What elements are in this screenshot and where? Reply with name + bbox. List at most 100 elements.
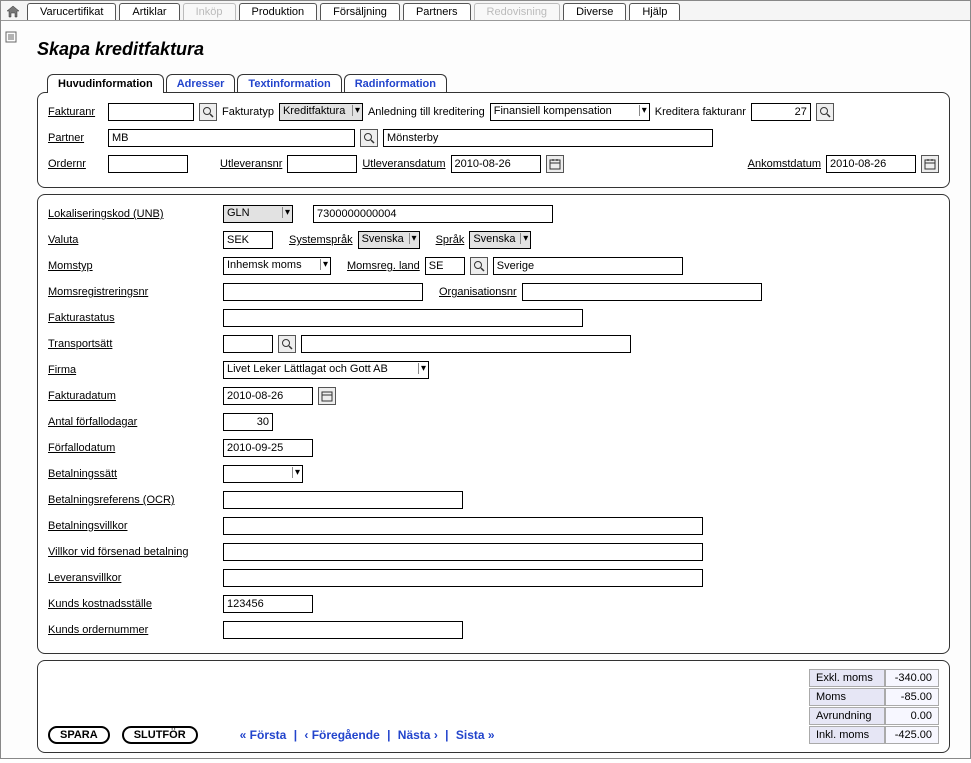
input-kreditera[interactable] xyxy=(751,103,811,121)
tab-textinformation[interactable]: Textinformation xyxy=(237,74,341,93)
select-lokaliseringskod-type: GLN xyxy=(223,205,293,223)
label-partner: Partner xyxy=(48,132,103,144)
panel-body: Lokaliseringskod (UNB) GLN Valuta System… xyxy=(37,194,950,654)
totals-table: Exkl. moms -340.00 Moms -85.00 Avrundnin… xyxy=(809,669,939,744)
calendar-icon[interactable] xyxy=(546,155,564,173)
input-ankomstdatum[interactable] xyxy=(826,155,916,173)
input-kostnadsstalle[interactable] xyxy=(223,595,313,613)
select-anledning[interactable]: Finansiell kompensation xyxy=(490,103,650,121)
input-betalningsvillkor[interactable] xyxy=(223,517,703,535)
input-partner-code[interactable] xyxy=(108,129,355,147)
label-fakturanr: Fakturanr xyxy=(48,106,103,118)
total-moms-label: Moms xyxy=(809,688,885,706)
select-fakturatyp: Kreditfaktura xyxy=(279,103,363,121)
complete-button[interactable]: SLUTFÖR xyxy=(122,726,198,744)
top-menubar: Varucertifikat Artiklar Inköp Produktion… xyxy=(1,1,970,21)
pagination: « Första | ‹ Föregående | Nästa › | Sist… xyxy=(240,728,495,742)
select-momstyp[interactable]: Inhemsk moms xyxy=(223,257,331,275)
total-avrundning-label: Avrundning xyxy=(809,707,885,725)
save-button[interactable]: SPARA xyxy=(48,726,110,744)
label-villkor-forsenad: Villkor vid försenad betalning xyxy=(48,546,218,558)
input-leveransvillkor[interactable] xyxy=(223,569,703,587)
display-partner-name xyxy=(383,129,713,147)
tabs: Huvudinformation Adresser Textinformatio… xyxy=(37,74,950,93)
label-betalningsreferens: Betalningsreferens (OCR) xyxy=(48,494,218,506)
menu-varucertifikat[interactable]: Varucertifikat xyxy=(27,3,116,20)
label-leveransvillkor: Leveransvillkor xyxy=(48,572,218,584)
side-icon-1[interactable] xyxy=(5,31,19,45)
input-ordernr xyxy=(108,155,188,173)
label-firma: Firma xyxy=(48,364,218,376)
menu-diverse[interactable]: Diverse xyxy=(563,3,626,20)
search-icon[interactable] xyxy=(816,103,834,121)
input-orgnr xyxy=(522,283,762,301)
label-forfallodatum: Förfallodatum xyxy=(48,442,218,454)
main-menu: Varucertifikat Artiklar Inköp Produktion… xyxy=(27,3,680,20)
input-fakturastatus xyxy=(223,309,583,327)
input-forfallodagar[interactable] xyxy=(223,413,273,431)
input-transportsatt-code[interactable] xyxy=(223,335,273,353)
input-fakturadatum[interactable] xyxy=(223,387,313,405)
label-orgnr: Organisationsnr xyxy=(439,286,517,298)
select-betalningssatt[interactable] xyxy=(223,465,303,483)
input-utleveransdatum[interactable] xyxy=(451,155,541,173)
menu-produktion[interactable]: Produktion xyxy=(239,3,318,20)
nav-prev[interactable]: ‹ Föregående xyxy=(304,728,379,742)
label-kostnadsstalle: Kunds kostnadsställe xyxy=(48,598,218,610)
label-momsregnr: Momsregistreringsnr xyxy=(48,286,218,298)
menu-forsaljning[interactable]: Försäljning xyxy=(320,3,400,20)
total-moms-value: -85.00 xyxy=(885,688,939,706)
search-icon[interactable] xyxy=(199,103,217,121)
input-valuta xyxy=(223,231,273,249)
calendar-icon[interactable] xyxy=(318,387,336,405)
label-betalningssatt: Betalningssätt xyxy=(48,468,218,480)
label-lokaliseringskod: Lokaliseringskod (UNB) xyxy=(48,208,218,220)
label-ordernr: Ordernr xyxy=(48,158,103,170)
nav-first[interactable]: « Första xyxy=(240,728,287,742)
label-utleveransnr: Utleveransnr xyxy=(220,158,282,170)
label-valuta: Valuta xyxy=(48,234,218,246)
display-transportsatt-name xyxy=(301,335,631,353)
total-exkl-label: Exkl. moms xyxy=(809,669,885,687)
label-ankomstdatum: Ankomstdatum xyxy=(748,158,821,170)
input-momsregnr[interactable] xyxy=(223,283,423,301)
tab-radinformation[interactable]: Radinformation xyxy=(344,74,447,93)
panel-footer: SPARA SLUTFÖR « Första | ‹ Föregående | … xyxy=(37,660,950,753)
side-toolbar xyxy=(5,31,19,45)
label-fakturadatum: Fakturadatum xyxy=(48,390,218,402)
input-momsreg-land-code[interactable] xyxy=(425,257,465,275)
nav-next[interactable]: Nästa › xyxy=(398,728,438,742)
label-utleveransdatum: Utleveransdatum xyxy=(362,158,445,170)
input-betalningsreferens[interactable] xyxy=(223,491,463,509)
label-kreditera: Kreditera fakturanr xyxy=(655,106,746,118)
total-inkl-label: Inkl. moms xyxy=(809,726,885,744)
total-exkl-value: -340.00 xyxy=(885,669,939,687)
tab-adresser[interactable]: Adresser xyxy=(166,74,236,93)
total-avrundning-value: 0.00 xyxy=(885,707,939,725)
label-fakturastatus: Fakturastatus xyxy=(48,312,218,324)
input-fakturanr[interactable] xyxy=(108,103,194,121)
search-icon[interactable] xyxy=(360,129,378,147)
label-transportsatt: Transportsätt xyxy=(48,338,218,350)
label-sprak: Språk xyxy=(436,234,465,246)
home-icon[interactable] xyxy=(5,4,21,20)
label-fakturatyp: Fakturatyp xyxy=(222,106,274,118)
input-forfallodatum xyxy=(223,439,313,457)
search-icon[interactable] xyxy=(278,335,296,353)
tab-huvudinformation[interactable]: Huvudinformation xyxy=(47,74,164,93)
nav-last[interactable]: Sista » xyxy=(456,728,495,742)
menu-partners[interactable]: Partners xyxy=(403,3,471,20)
menu-inkop: Inköp xyxy=(183,3,236,20)
input-villkor-forsenad[interactable] xyxy=(223,543,703,561)
page-title: Skapa kreditfaktura xyxy=(37,39,950,60)
select-firma[interactable]: Livet Leker Lättlagat och Gott AB xyxy=(223,361,429,379)
menu-artiklar[interactable]: Artiklar xyxy=(119,3,179,20)
input-ordernummer[interactable] xyxy=(223,621,463,639)
search-icon[interactable] xyxy=(470,257,488,275)
calendar-icon[interactable] xyxy=(921,155,939,173)
input-lokaliseringskod xyxy=(313,205,553,223)
label-systemsprak: Systemspråk xyxy=(289,234,353,246)
menu-hjalp[interactable]: Hjälp xyxy=(629,3,680,20)
panel-head: Fakturanr Fakturatyp Kreditfaktura Anled… xyxy=(37,92,950,188)
total-inkl-value: -425.00 xyxy=(885,726,939,744)
